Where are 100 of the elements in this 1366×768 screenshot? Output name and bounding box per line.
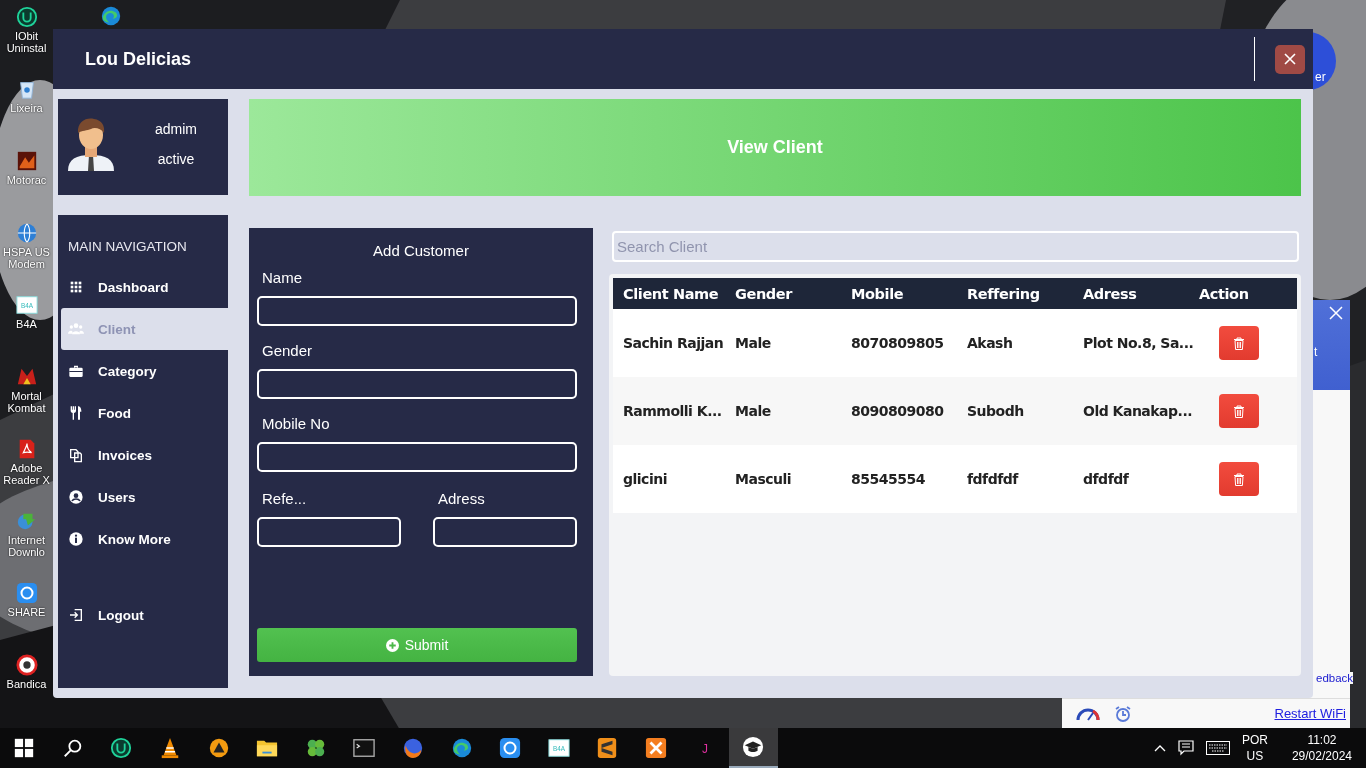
logo-icon: J <box>693 737 716 759</box>
field-label: Refe... <box>261 490 308 507</box>
desktop-icon-label: Lixeira <box>9 102 44 114</box>
close-icon[interactable] <box>1329 306 1343 320</box>
field-label: Mobile No <box>261 415 331 432</box>
trash-icon <box>1233 472 1245 486</box>
user-circle-icon <box>68 489 84 505</box>
feedback-link[interactable]: edback <box>1316 672 1354 684</box>
column-header: Mobile <box>851 285 905 302</box>
table-cell-text: dfdfdf <box>1083 471 1130 487</box>
ring-logo-icon <box>110 737 133 759</box>
table-cell-text: fdfdfdf <box>967 471 1020 487</box>
keyboard-icon[interactable] <box>1205 741 1230 755</box>
info-icon <box>68 531 84 547</box>
globe-icon[interactable] <box>15 222 38 244</box>
page-title: View Client <box>727 137 823 158</box>
browser-icon[interactable] <box>100 5 122 27</box>
nav-heading: MAIN NAVIGATION <box>67 239 188 254</box>
clock-time[interactable]: 11:02 <box>1307 732 1337 748</box>
notification-text: t <box>1314 345 1318 359</box>
documents-icon <box>68 447 84 463</box>
close-button[interactable] <box>1275 44 1305 74</box>
nav-item[interactable]: Category <box>58 350 228 392</box>
nav-item[interactable]: Food <box>58 392 228 434</box>
browser-icon <box>450 737 473 759</box>
table-cell-text: Rammolli K... <box>623 403 723 419</box>
chat-icon[interactable] <box>1177 740 1194 756</box>
table-cell-text: glicini <box>623 471 668 487</box>
server-app-icon <box>645 737 667 759</box>
table-cell-text: Old Kanakap... <box>1083 403 1194 419</box>
taskbar-button[interactable] <box>728 728 778 768</box>
desktop-icon-label: IObit Uninstal <box>5 30 48 54</box>
nav-item[interactable]: Know More <box>58 518 228 560</box>
desktop-icon-label: HSPA US Modem <box>2 246 51 270</box>
delete-button[interactable] <box>1219 394 1259 428</box>
table-cell-text: Masculi <box>735 471 793 487</box>
restart-wifi-link[interactable]: Restart WiFi <box>1274 706 1346 721</box>
input-field[interactable] <box>257 517 401 547</box>
desktop-icon-label: Adobe Reader X <box>2 462 51 486</box>
trash-icon <box>1233 404 1245 418</box>
users-icon <box>68 321 84 337</box>
table-cell-text: Sachin Rajjan <box>623 335 725 351</box>
trash-icon <box>1233 336 1245 350</box>
table-cell-text: 8090809080 <box>851 403 945 419</box>
table-cell-text: 85545554 <box>851 471 926 487</box>
desktop-icon-label: Internet Downlo <box>6 534 47 558</box>
plus-circle-icon <box>385 638 399 652</box>
clock-date[interactable]: 29/02/2024 <box>1291 748 1352 764</box>
field-label: Adress <box>437 490 486 507</box>
terminal-icon <box>353 737 376 759</box>
table-cell-text: Subodh <box>967 403 1025 419</box>
nav-item[interactable]: Invoices <box>58 434 228 476</box>
language-indicator[interactable]: US <box>1246 748 1264 764</box>
column-header: Client Name <box>623 285 720 302</box>
language-indicator[interactable]: POR <box>1241 732 1268 748</box>
input-field[interactable] <box>257 369 577 399</box>
delete-button[interactable] <box>1219 462 1259 496</box>
share-app-icon <box>499 737 522 759</box>
nav-item[interactable]: Dashboard <box>58 266 228 308</box>
user-status: active <box>157 151 195 167</box>
field-label: Name <box>261 269 303 286</box>
table-cell-text: Male <box>735 403 772 419</box>
briefcase-icon <box>68 363 84 379</box>
user-name: admim <box>155 121 197 137</box>
search-icon <box>61 737 84 759</box>
badge-text: er <box>1315 70 1326 84</box>
delete-button[interactable] <box>1219 326 1259 360</box>
desktop-icon-label: Motorac <box>5 174 48 186</box>
input-field[interactable] <box>257 296 577 326</box>
table-cell-text: 8070809805 <box>851 335 945 351</box>
logout-icon <box>68 607 84 623</box>
start-icon <box>13 737 36 759</box>
browser-icon <box>402 737 425 759</box>
column-header: Gender <box>735 285 794 302</box>
table-cell-text: Male <box>735 335 772 351</box>
field-label: Gender <box>261 342 314 359</box>
mortarboard-icon <box>742 736 765 758</box>
close-icon <box>1284 53 1296 65</box>
search-field[interactable]: Search Client <box>612 231 1299 262</box>
input-field[interactable] <box>433 517 577 547</box>
desktop-icon-label: SHARE <box>6 606 47 618</box>
alarm-icon[interactable] <box>1114 704 1132 723</box>
column-header: Reffering <box>967 285 1041 302</box>
column-header: Action <box>1199 285 1250 302</box>
chevron-up-icon[interactable] <box>1153 744 1166 752</box>
desktop-icon-label: Bandica <box>5 678 48 690</box>
taskbar-button[interactable]: J <box>680 728 729 768</box>
input-field[interactable] <box>257 442 577 472</box>
nav-item[interactable]: Logout <box>58 594 228 636</box>
triangle-logo-icon <box>207 737 230 759</box>
window-title: Lou Delicias <box>85 48 192 70</box>
desktop-icon-label: B4A <box>15 318 38 330</box>
table-cell-text: Akash <box>967 335 1014 351</box>
editor-icon <box>596 737 619 759</box>
record-icon[interactable] <box>15 654 38 676</box>
nav-item[interactable]: Users <box>58 476 228 518</box>
desktop-icon-label: Mortal Kombat <box>6 390 47 414</box>
cutlery-icon <box>68 405 84 421</box>
table-cell-text: Plot No.8, Sa... <box>1083 335 1195 351</box>
form-title: Add Customer <box>372 242 470 259</box>
